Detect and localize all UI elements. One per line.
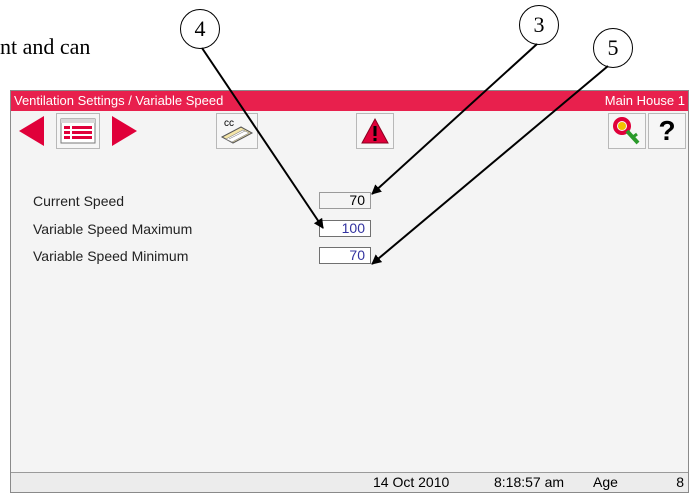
screen-title: Ventilation Settings / Variable Speed <box>14 93 224 108</box>
current-speed-value: 70 <box>319 192 371 209</box>
toolbar: cc ? <box>11 111 688 153</box>
document-text: nt and can <box>0 34 91 59</box>
key-icon <box>613 117 640 145</box>
min-speed-label: Variable Speed Minimum <box>33 248 189 264</box>
help-button[interactable]: ? <box>648 113 686 149</box>
menu-button[interactable] <box>56 113 100 149</box>
arrow-right-icon <box>112 116 137 146</box>
callout-4: 4 <box>180 9 220 49</box>
house-name: Main House 1 <box>604 93 685 108</box>
max-speed-input[interactable]: 100 <box>319 220 371 237</box>
title-bar: Ventilation Settings / Variable Speed Ma… <box>11 91 688 111</box>
warning-icon <box>361 117 389 144</box>
min-speed-input[interactable]: 70 <box>319 247 371 264</box>
previous-button[interactable] <box>13 113 51 149</box>
current-speed-label: Current Speed <box>33 193 125 209</box>
help-icon: ? <box>658 115 676 146</box>
callout-5: 5 <box>593 28 633 68</box>
max-speed-label: Variable Speed Maximum <box>33 221 193 237</box>
next-button[interactable] <box>105 113 143 149</box>
list-icon <box>60 118 96 144</box>
arrow-left-icon <box>19 116 44 146</box>
copy-label: cc <box>224 118 234 129</box>
copy-button[interactable]: cc <box>216 113 258 149</box>
age-label: Age <box>593 474 618 490</box>
status-bar: 14 Oct 2010 8:18:57 am Age 8 <box>11 472 688 492</box>
status-time: 8:18:57 am <box>494 474 565 490</box>
key-button[interactable] <box>608 113 646 149</box>
copy-icon: cc <box>220 118 254 144</box>
status-date: 14 Oct 2010 <box>373 474 450 490</box>
alarm-button[interactable] <box>356 113 394 149</box>
callout-3: 3 <box>519 5 559 45</box>
controller-screen: Ventilation Settings / Variable Speed Ma… <box>10 90 689 493</box>
age-value: 8 <box>676 474 684 490</box>
